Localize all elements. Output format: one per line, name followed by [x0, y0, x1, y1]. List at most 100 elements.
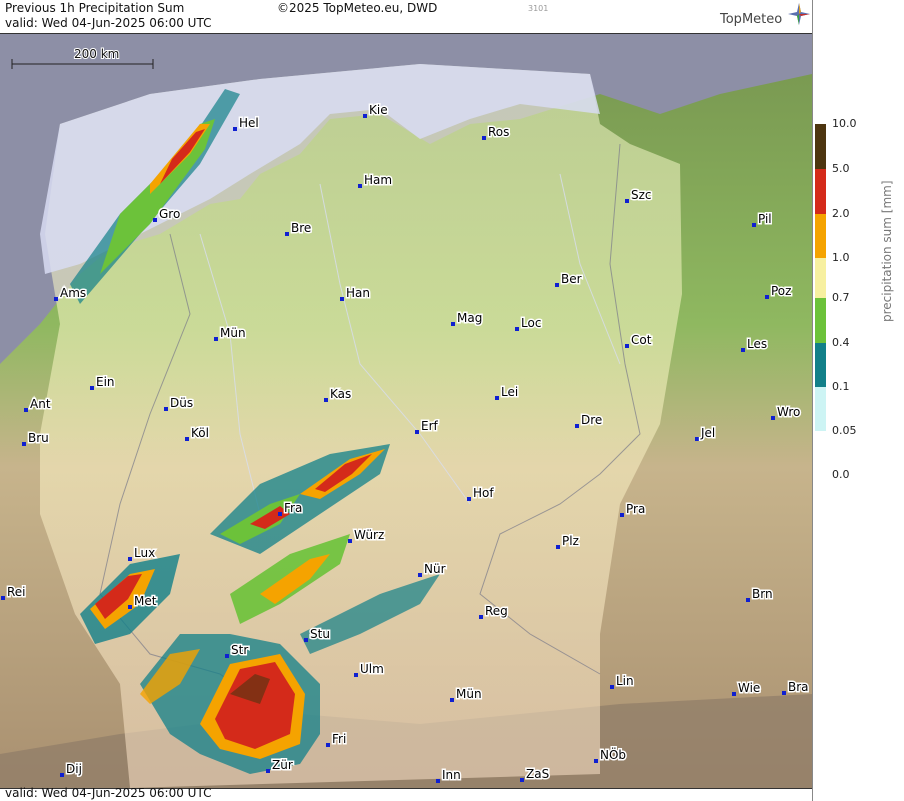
city-label: Zür — [272, 758, 293, 772]
city-label: Cot — [631, 333, 652, 347]
copyright: ©2025 TopMeteo.eu, DWD — [277, 1, 438, 15]
city-dot — [128, 605, 132, 609]
city-dot — [594, 759, 598, 763]
city-label: Würz — [354, 528, 384, 542]
brand-logo: TopMeteo — [720, 12, 783, 27]
map-canvas: 200 km Hel Kie Ros Ham Gro Bre Szc Pil Ams Han Ber… — [0, 34, 812, 788]
city-dot — [153, 218, 157, 222]
city-label: Hof — [473, 486, 494, 500]
precipitation-map[interactable]: 200 km Hel Kie Ros Ham Gro Bre Szc Pil Ams Han Ber… — [0, 33, 812, 789]
city-label: Fri — [332, 732, 346, 746]
compass-star-icon — [788, 3, 810, 25]
city-dot — [164, 407, 168, 411]
city-dot — [348, 539, 352, 543]
city-label: Nür — [424, 562, 446, 576]
map-title: Previous 1h Precipitation Sum — [5, 1, 185, 15]
city-dot — [555, 283, 559, 287]
city-dot — [233, 127, 237, 131]
city-dot — [354, 673, 358, 677]
weather-map-viewer: Previous 1h Precipitation Sum valid: Wed… — [0, 0, 904, 801]
city-dot — [515, 327, 519, 331]
city-dot — [765, 295, 769, 299]
city-label: Pil — [758, 212, 772, 226]
city-label: Ber — [561, 272, 582, 286]
city-dot — [363, 114, 367, 118]
city-dot — [625, 199, 629, 203]
city-label: Gro — [159, 207, 180, 221]
city-dot — [324, 398, 328, 402]
footer-bar: valid: Wed 04-Jun-2025 06:00 UTC — [0, 786, 812, 801]
city-dot — [782, 691, 786, 695]
city-label: Ros — [488, 125, 509, 139]
legend-swatch — [815, 387, 826, 431]
city-label: Köl — [191, 426, 209, 440]
city-label: Mag — [457, 311, 482, 325]
city-label: Str — [231, 643, 248, 657]
legend-label: 0.7 — [832, 291, 850, 304]
city-label: Bre — [291, 221, 311, 235]
city-marker: Würz — [348, 527, 386, 544]
city-dot — [285, 232, 289, 236]
city-dot — [214, 337, 218, 341]
city-dot — [24, 408, 28, 412]
city-dot — [695, 437, 699, 441]
city-dot — [732, 692, 736, 696]
city-label: Lei — [501, 385, 518, 399]
city-label: Lux — [134, 546, 155, 560]
city-label: Reg — [485, 604, 508, 618]
city-dot — [467, 497, 471, 501]
city-label: Ein — [96, 375, 115, 389]
city-label: Dre — [581, 413, 602, 427]
city-dot — [610, 685, 614, 689]
city-dot — [575, 424, 579, 428]
city-dot — [495, 396, 499, 400]
city-label: Ulm — [360, 662, 384, 676]
footer-valid-time: valid: Wed 04-Jun-2025 06:00 UTC — [5, 786, 212, 800]
legend-label: 0.1 — [832, 380, 850, 393]
city-label: Poz — [771, 284, 791, 298]
city-dot — [358, 184, 362, 188]
city-dot — [625, 344, 629, 348]
city-dot — [520, 778, 524, 782]
city-dot — [278, 512, 282, 516]
city-dot — [746, 598, 750, 602]
city-dot — [415, 430, 419, 434]
city-label: Szc — [631, 188, 652, 202]
city-label: Lin — [616, 674, 634, 688]
city-label: Wie — [738, 681, 760, 695]
city-dot — [741, 348, 745, 352]
city-label: Wro — [777, 405, 800, 419]
city-label: Pra — [626, 502, 645, 516]
city-dot — [556, 545, 560, 549]
city-label: Dij — [66, 762, 82, 776]
city-label: Loc — [521, 316, 541, 330]
legend-label: 0.4 — [832, 336, 850, 349]
city-label: Brn — [752, 587, 773, 601]
city-dot — [1, 596, 5, 600]
city-label: Ams — [60, 286, 86, 300]
city-dot — [90, 386, 94, 390]
city-dot — [22, 442, 26, 446]
city-label: Met — [134, 594, 157, 608]
city-dot — [771, 416, 775, 420]
header-bar: Previous 1h Precipitation Sum valid: Wed… — [0, 0, 812, 33]
city-dot — [418, 573, 422, 577]
legend-label: 0.0 — [832, 468, 850, 481]
legend-swatch — [815, 343, 826, 387]
legend-swatch — [815, 124, 826, 169]
city-dot — [340, 297, 344, 301]
city-dot — [752, 223, 756, 227]
city-label: Düs — [170, 396, 193, 410]
city-label: Les — [747, 337, 767, 351]
city-dot — [620, 513, 624, 517]
legend-label: 2.0 — [832, 207, 850, 220]
city-dot — [304, 638, 308, 642]
valid-time: valid: Wed 04-Jun-2025 06:00 UTC — [5, 16, 212, 30]
map-code: 3101 — [528, 4, 549, 13]
city-dot — [185, 437, 189, 441]
legend-label: 10.0 — [832, 117, 857, 130]
city-label: Jel — [700, 426, 715, 440]
city-label: ZaS — [526, 767, 549, 781]
legend-title: precipitation sum [mm] — [880, 180, 894, 322]
city-label: Plz — [562, 534, 579, 548]
